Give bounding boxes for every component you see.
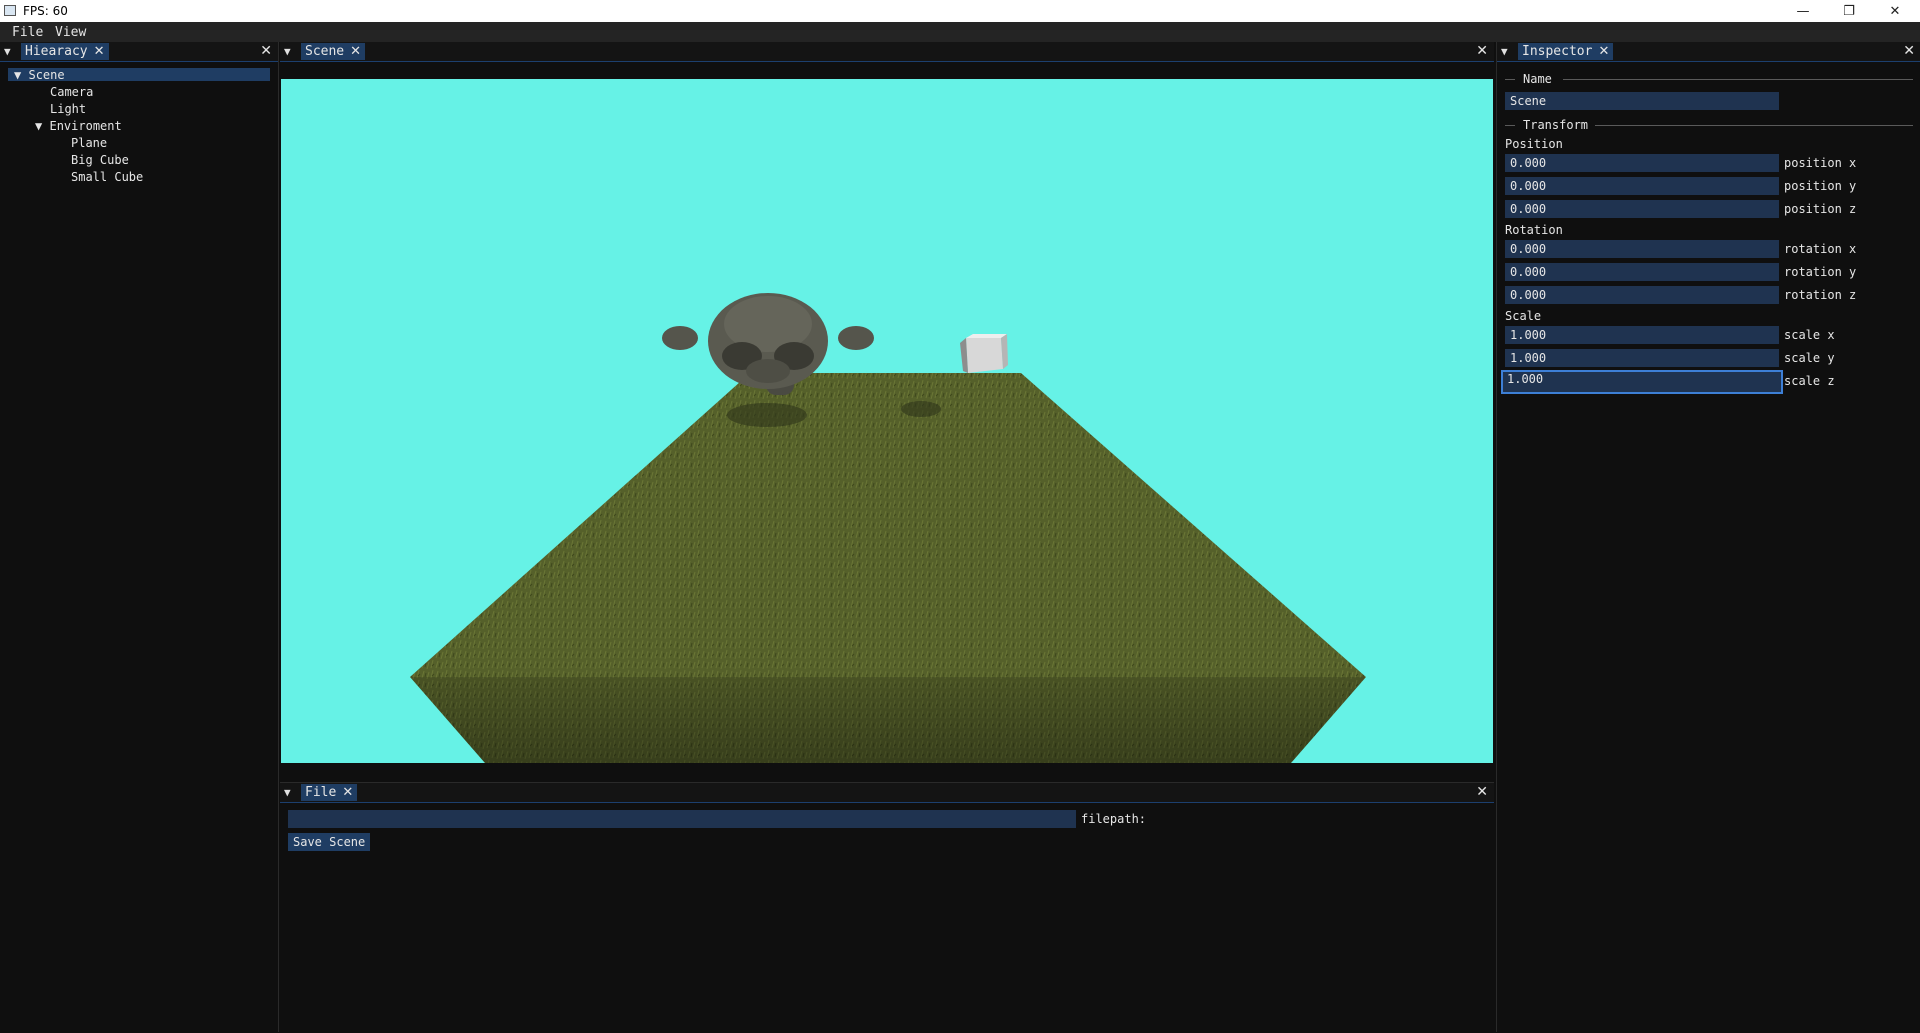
tree-item-label: Camera: [50, 85, 94, 99]
tree-item-label: Light: [50, 102, 87, 116]
tree-item-big-cube[interactable]: Big Cube: [71, 153, 129, 167]
tab-file[interactable]: File ✕: [301, 784, 358, 801]
window-title: FPS: 60: [23, 4, 68, 18]
name-header: Name: [1523, 72, 1552, 86]
transform-header: Transform: [1523, 118, 1589, 132]
scale-label: Scale: [1505, 309, 1542, 323]
collapse-arrow-icon[interactable]: ▼: [4, 45, 11, 58]
close-icon[interactable]: ✕: [1598, 44, 1609, 59]
scene-tabbar: ▼ Scene ✕ ✕: [280, 42, 1494, 62]
save-scene-button[interactable]: Save Scene: [288, 833, 371, 851]
restore-icon: ❐: [1843, 3, 1855, 19]
filepath-input[interactable]: [288, 810, 1076, 828]
separator: [1563, 79, 1913, 80]
app-icon: [4, 5, 16, 16]
scale-z-input[interactable]: 1.000: [1501, 370, 1783, 394]
close-icon[interactable]: ✕: [94, 44, 105, 59]
file-panel: ▼ File ✕ ✕ filepath: Save Scene: [280, 782, 1494, 1033]
scene-render: [410, 293, 1366, 763]
ground-plane: [410, 373, 1366, 677]
position-x-input[interactable]: 0.000: [1505, 154, 1779, 172]
rotation-z-input[interactable]: 0.000: [1505, 286, 1779, 304]
close-icon[interactable]: ✕: [342, 785, 353, 800]
menu-bar: File View: [0, 22, 1920, 42]
scale-x-input[interactable]: 1.000: [1505, 326, 1779, 344]
inspector-panel: ▼ Inspector ✕ ✕ Name Scene Transform Pos…: [1496, 42, 1920, 1032]
tab-inspector-label: Inspector: [1522, 44, 1593, 59]
tab-scene[interactable]: Scene ✕: [301, 43, 366, 60]
cube-shadow: [901, 401, 941, 417]
collapse-arrow-icon[interactable]: ▼: [284, 45, 291, 58]
panel-close-icon[interactable]: ✕: [260, 43, 272, 59]
scale-x-label: scale x: [1784, 328, 1835, 342]
tab-scene-label: Scene: [305, 44, 345, 59]
tree-item-label: Small Cube: [71, 170, 144, 184]
separator: [1595, 125, 1913, 126]
tree-item-camera[interactable]: Camera: [50, 85, 93, 99]
restore-button[interactable]: ❐: [1826, 0, 1872, 22]
monkey-shadow: [727, 403, 807, 427]
panel-close-icon[interactable]: ✕: [1476, 43, 1488, 59]
rotation-y-label: rotation y: [1784, 265, 1857, 279]
minimize-icon: —: [1796, 3, 1810, 19]
expand-arrow-icon[interactable]: ▼: [35, 119, 42, 133]
menu-view[interactable]: View: [55, 25, 86, 40]
menu-file[interactable]: File: [12, 25, 43, 40]
tree-item-label: Enviroment: [49, 119, 122, 133]
tree-item-light[interactable]: Light: [50, 102, 86, 116]
scene-viewport[interactable]: [281, 79, 1493, 763]
tree-item-label: Big Cube: [71, 153, 129, 167]
position-x-label: position x: [1784, 156, 1857, 170]
close-window-button[interactable]: ✕: [1872, 0, 1918, 22]
tree-item-scene[interactable]: ▼ Scene: [14, 68, 65, 82]
hierarchy-panel: ▼ Hiearacy ✕ ✕: [0, 42, 279, 1032]
position-z-label: position z: [1784, 202, 1857, 216]
tab-file-label: File: [305, 785, 337, 800]
tree-item-label: Plane: [71, 136, 108, 150]
collapse-arrow-icon[interactable]: ▼: [1501, 45, 1508, 58]
tab-hierarchy-label: Hiearacy: [25, 44, 88, 59]
name-input[interactable]: Scene: [1505, 92, 1779, 110]
tree-item-enviroment[interactable]: ▼ Enviroment: [35, 119, 122, 133]
panel-close-icon[interactable]: ✕: [1903, 43, 1915, 59]
title-bar: FPS: 60 — ❐ ✕: [0, 0, 1920, 22]
collapse-arrow-icon[interactable]: ▼: [284, 786, 291, 799]
scale-z-label: scale z: [1784, 374, 1835, 388]
file-tabbar: ▼ File ✕ ✕: [280, 783, 1494, 803]
small-cube-model: [960, 334, 1008, 373]
scale-y-input[interactable]: 1.000: [1505, 349, 1779, 367]
tree-item-label: Scene: [28, 68, 65, 82]
close-icon: ✕: [1889, 3, 1901, 19]
rotation-x-label: rotation x: [1784, 242, 1857, 256]
close-icon[interactable]: ✕: [350, 44, 361, 59]
minimize-button[interactable]: —: [1780, 0, 1826, 22]
rotation-x-input[interactable]: 0.000: [1505, 240, 1779, 258]
position-z-input[interactable]: 0.000: [1505, 200, 1779, 218]
tab-inspector[interactable]: Inspector ✕: [1518, 43, 1614, 60]
tree-item-small-cube[interactable]: Small Cube: [71, 170, 143, 184]
filepath-label: filepath:: [1081, 812, 1147, 826]
separator: [1505, 125, 1515, 126]
separator: [1505, 79, 1515, 80]
rotation-label: Rotation: [1505, 223, 1563, 237]
rotation-z-label: rotation z: [1784, 288, 1857, 302]
tree-item-plane[interactable]: Plane: [71, 136, 107, 150]
rotation-y-input[interactable]: 0.000: [1505, 263, 1779, 281]
ground-front-shade: [410, 677, 1366, 763]
position-y-input[interactable]: 0.000: [1505, 177, 1779, 195]
expand-arrow-icon[interactable]: ▼: [14, 68, 21, 82]
scale-y-label: scale y: [1784, 351, 1835, 365]
position-label: Position: [1505, 137, 1563, 151]
panel-close-icon[interactable]: ✕: [1476, 784, 1488, 800]
inspector-tabbar: ▼ Inspector ✕ ✕: [1497, 42, 1920, 62]
tab-hierarchy[interactable]: Hiearacy ✕: [21, 43, 109, 60]
position-y-label: position y: [1784, 179, 1857, 193]
hierarchy-tabbar: ▼ Hiearacy ✕ ✕: [0, 42, 278, 62]
